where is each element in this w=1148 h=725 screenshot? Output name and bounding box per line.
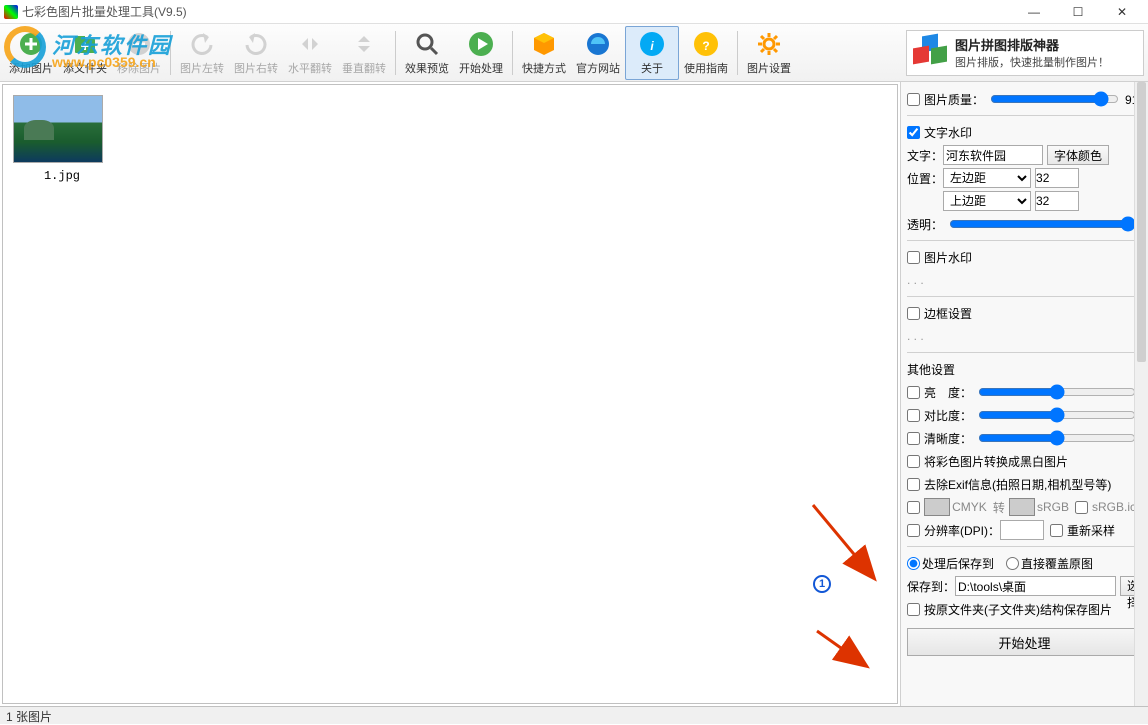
save-to-label: 处理后保存到 [922, 555, 994, 572]
text-watermark-label: 文字水印 [924, 124, 972, 141]
settings-button[interactable]: 图片设置 [742, 26, 796, 80]
flip-h-icon [296, 30, 324, 58]
keep-structure-checkbox[interactable] [907, 603, 920, 616]
dpi-input[interactable] [1000, 520, 1044, 540]
status-bar: 1 张图片 [0, 706, 1148, 724]
flip-h-button: 水平翻转 [283, 26, 337, 80]
guide-button[interactable]: ?使用指南 [679, 26, 733, 80]
help-icon: ? [692, 30, 720, 58]
image-list-area[interactable]: 1.jpg 1 2 3 [2, 84, 898, 704]
add-image-button[interactable]: 添加图片 [4, 26, 58, 80]
cube-icon [530, 30, 558, 58]
about-button[interactable]: i关于 [625, 26, 679, 80]
brightness-slider[interactable] [978, 384, 1136, 400]
ie-icon [584, 30, 612, 58]
quality-slider[interactable] [990, 91, 1119, 107]
undo-icon [188, 30, 216, 58]
cmyk-checkbox[interactable] [907, 501, 920, 514]
srgbicc-checkbox[interactable] [1075, 501, 1088, 514]
keep-structure-label: 按原文件夹(子文件夹)结构保存图片 [924, 601, 1112, 618]
image-watermark-label: 图片水印 [924, 249, 972, 266]
thumbnail-label: 1.jpg [13, 169, 111, 183]
window-title: 七彩色图片批量处理工具(V9.5) [22, 3, 1012, 20]
svg-text:?: ? [702, 39, 709, 53]
border-label: 边框设置 [924, 305, 972, 322]
official-button[interactable]: 官方网站 [571, 26, 625, 80]
annotation-1: 1 [813, 575, 831, 593]
side-panel: 图片质量： 91(高) 文字水印 文字： 字体颜色 位置： 左边距 上边距 透明… [900, 82, 1148, 706]
rotate-left-button: 图片左转 [175, 26, 229, 80]
rotate-right-button: 图片右转 [229, 26, 283, 80]
scrollbar[interactable] [1134, 82, 1148, 706]
preview-button[interactable]: 效果预览 [400, 26, 454, 80]
image-watermark-checkbox[interactable] [907, 251, 920, 264]
minus-icon [125, 30, 153, 58]
contrast-slider[interactable] [978, 407, 1136, 423]
cmyk-chip [924, 498, 950, 516]
pos-top-value[interactable] [1035, 191, 1079, 211]
save-path-label: 保存到： [907, 578, 955, 595]
resample-checkbox[interactable] [1050, 524, 1063, 537]
plus-icon [17, 30, 45, 58]
remove-image-button: 移除图片 [112, 26, 166, 80]
shortcut-button[interactable]: 快捷方式 [517, 26, 571, 80]
start-button[interactable]: 开始处理 [454, 26, 508, 80]
dpi-checkbox[interactable] [907, 524, 920, 537]
resample-label: 重新采样 [1067, 522, 1115, 539]
save-path-input[interactable] [955, 576, 1116, 596]
bw-label: 将彩色图片转换成黑白图片 [924, 453, 1068, 470]
flip-v-icon [350, 30, 378, 58]
text-label: 文字： [907, 147, 943, 164]
magnifier-icon [413, 30, 441, 58]
position-label: 位置： [907, 170, 943, 187]
font-color-button[interactable]: 字体颜色 [1047, 145, 1109, 165]
cubes-icon [913, 35, 949, 71]
gear-icon [755, 30, 783, 58]
thumbnail-image [13, 95, 103, 163]
title-bar: 七彩色图片批量处理工具(V9.5) — ☐ ✕ [0, 0, 1148, 24]
sharpness-checkbox[interactable] [907, 432, 920, 445]
image-count: 1 张图片 [6, 710, 52, 724]
srgb-chip [1009, 498, 1035, 516]
brightness-checkbox[interactable] [907, 386, 920, 399]
start-processing-button[interactable]: 开始处理 [907, 628, 1142, 656]
sharpness-slider[interactable] [978, 430, 1136, 446]
pos-top-select[interactable]: 上边距 [943, 191, 1031, 211]
quality-checkbox[interactable] [907, 93, 920, 106]
border-checkbox[interactable] [907, 307, 920, 320]
contrast-label: 对比度： [924, 407, 972, 424]
opacity-label: 透明： [907, 216, 943, 233]
play-icon [467, 30, 495, 58]
flip-v-button: 垂直翻转 [337, 26, 391, 80]
bw-checkbox[interactable] [907, 455, 920, 468]
opacity-slider[interactable] [949, 216, 1136, 232]
exif-label: 去除Exif信息(拍照日期,相机型号等) [924, 476, 1111, 493]
maximize-button[interactable]: ☐ [1056, 0, 1100, 24]
watermark-text-input[interactable] [943, 145, 1043, 165]
dpi-label: 分辨率(DPI)： [924, 522, 1000, 539]
main-toolbar: 添加图片 添文件夹 移除图片 图片左转 图片右转 水平翻转 垂直翻转 效果预览 … [0, 24, 1148, 82]
thumbnail-item[interactable]: 1.jpg [13, 95, 111, 183]
minimize-button[interactable]: — [1012, 0, 1056, 24]
contrast-checkbox[interactable] [907, 409, 920, 422]
quality-label: 图片质量： [924, 91, 984, 108]
overwrite-label: 直接覆盖原图 [1021, 555, 1093, 572]
save-to-radio[interactable] [907, 557, 920, 570]
folder-plus-icon [71, 30, 99, 58]
redo-icon [242, 30, 270, 58]
pos-left-value[interactable] [1035, 168, 1079, 188]
annotation-arrows [3, 85, 898, 704]
other-settings-label: 其他设置 [907, 361, 955, 378]
exif-checkbox[interactable] [907, 478, 920, 491]
app-icon [4, 5, 18, 19]
info-icon: i [638, 30, 666, 58]
close-button[interactable]: ✕ [1100, 0, 1144, 24]
promo-banner[interactable]: 图片拼图排版神器 图片排版，快速批量制作图片！ [906, 30, 1144, 76]
text-watermark-checkbox[interactable] [907, 126, 920, 139]
add-folder-button[interactable]: 添文件夹 [58, 26, 112, 80]
brightness-label: 亮 度： [924, 384, 972, 401]
overwrite-radio[interactable] [1006, 557, 1019, 570]
sharpness-label: 清晰度： [924, 430, 972, 447]
pos-left-select[interactable]: 左边距 [943, 168, 1031, 188]
